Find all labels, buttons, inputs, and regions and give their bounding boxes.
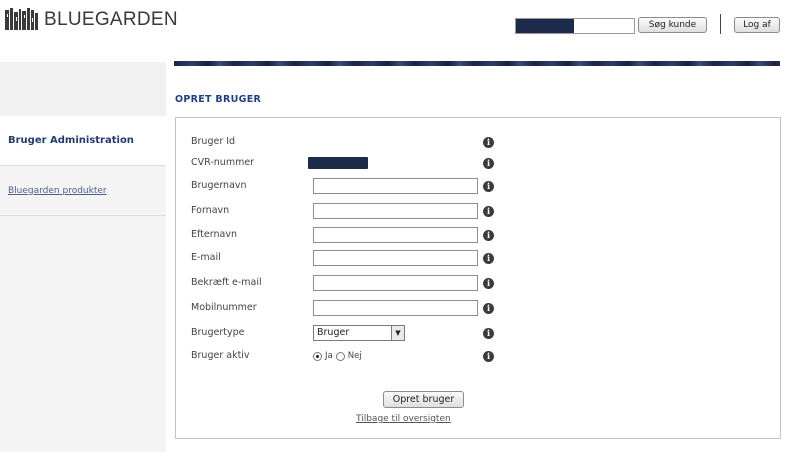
active-no-radio[interactable] <box>335 351 345 361</box>
lastname-field[interactable] <box>313 227 478 243</box>
info-icon[interactable]: i <box>483 158 494 169</box>
info-icon[interactable]: i <box>483 351 494 362</box>
redacted-cvr-value <box>308 157 368 169</box>
row-firstname: Fornavn i <box>191 203 781 219</box>
sidebar-item-label: Bruger Administration <box>8 135 134 146</box>
email-confirm-field[interactable] <box>313 275 478 291</box>
info-icon[interactable]: i <box>483 253 494 264</box>
active-yes-label[interactable]: Ja <box>325 351 333 361</box>
info-icon[interactable]: i <box>483 328 494 339</box>
field-label: Bruger Id <box>191 136 236 147</box>
row-lastname: Efternavn i <box>191 227 781 243</box>
field-label: CVR-nummer <box>191 157 255 168</box>
back-to-overview-link[interactable]: Tilbage til oversigten <box>356 414 451 424</box>
header-banner-strip <box>174 61 780 66</box>
page: BLUEGARDEN Søg kunde Log af Bruger Admin… <box>0 0 795 452</box>
info-icon[interactable]: i <box>483 181 494 192</box>
field-label: Fornavn <box>191 205 230 216</box>
sidebar-filler <box>0 216 166 452</box>
row-mobile: Mobilnummer i <box>191 300 781 316</box>
info-icon[interactable]: i <box>483 303 494 314</box>
row-usertype: Brugertype Bruger ▼ i <box>191 325 781 341</box>
info-icon[interactable]: i <box>483 206 494 217</box>
sidebar-item-label[interactable]: Bluegarden produkter <box>8 186 107 196</box>
usertype-select[interactable]: Bruger ▼ <box>313 325 405 341</box>
row-cvr: CVR-nummer i <box>191 155 781 171</box>
field-label: Mobilnummer <box>191 302 257 313</box>
sidebar-item-bruger-administration[interactable]: Bruger Administration <box>0 116 166 166</box>
brand-logo[interactable]: BLUEGARDEN <box>5 8 178 31</box>
info-icon[interactable]: i <box>483 278 494 289</box>
field-label: Brugernavn <box>191 180 247 191</box>
row-username: Brugernavn i <box>191 178 781 194</box>
sidebar: Bruger Administration Bluegarden produkt… <box>0 62 166 452</box>
sidebar-spacer <box>0 62 166 116</box>
usertype-selected-value: Bruger <box>317 327 350 338</box>
field-label: E-mail <box>191 252 221 263</box>
info-icon[interactable]: i <box>483 137 494 148</box>
create-user-form: Bruger Id i CVR-nummer i Brugernavn i Fo… <box>175 117 781 439</box>
header-divider <box>720 14 721 34</box>
dropdown-arrow-icon[interactable]: ▼ <box>391 326 404 340</box>
search-customer-button[interactable]: Søg kunde <box>638 17 707 33</box>
brand-name: BLUEGARDEN <box>44 9 178 30</box>
redacted-search-value <box>516 19 574 33</box>
sidebar-item-bluegarden-produkter[interactable]: Bluegarden produkter <box>0 166 166 216</box>
row-active: Bruger aktiv Ja Nej i <box>191 348 781 364</box>
field-label: Efternavn <box>191 229 237 240</box>
firstname-field[interactable] <box>313 203 478 219</box>
create-user-button[interactable]: Opret bruger <box>383 391 464 408</box>
customer-search-input[interactable] <box>515 18 635 34</box>
email-field[interactable] <box>313 250 478 266</box>
mobile-field[interactable] <box>313 300 478 316</box>
field-label: Bruger aktiv <box>191 350 250 361</box>
row-user-id: Bruger Id i <box>191 134 781 150</box>
row-email: E-mail i <box>191 250 781 266</box>
active-radio-group: Ja Nej <box>313 348 365 364</box>
field-label: Brugertype <box>191 327 245 338</box>
active-yes-radio[interactable] <box>313 351 322 361</box>
logout-button[interactable]: Log af <box>734 17 780 33</box>
username-field[interactable] <box>313 178 478 194</box>
bluegarden-logo-icon <box>5 8 38 30</box>
page-title: OPRET BRUGER <box>175 94 262 105</box>
active-no-label[interactable]: Nej <box>348 351 362 361</box>
info-icon[interactable]: i <box>483 230 494 241</box>
row-email-confirm: Bekræft e-mail i <box>191 275 781 291</box>
field-label: Bekræft e-mail <box>191 277 262 288</box>
